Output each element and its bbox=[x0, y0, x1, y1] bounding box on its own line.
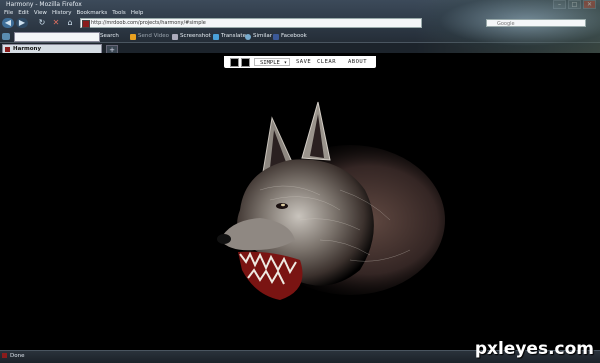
camera-icon bbox=[172, 33, 178, 40]
watermark: pxleyes.com bbox=[474, 339, 594, 359]
tab-favicon bbox=[5, 47, 10, 52]
facebook-icon bbox=[273, 33, 279, 40]
clear-button[interactable]: CLEAR bbox=[317, 56, 336, 68]
back-button[interactable]: ◀ bbox=[2, 18, 14, 28]
brush-select-value: SIMPLE bbox=[260, 60, 280, 66]
send-video-button[interactable]: Send Video bbox=[130, 32, 169, 41]
menu-help[interactable]: Help bbox=[131, 9, 144, 17]
facebook-button[interactable]: Facebook bbox=[273, 32, 307, 41]
maximize-button[interactable]: □ bbox=[568, 0, 581, 9]
translate-button[interactable]: Translate bbox=[213, 32, 246, 41]
home-button[interactable]: ⌂ bbox=[64, 18, 76, 28]
background-color-swatch[interactable] bbox=[241, 58, 250, 67]
stop-button[interactable]: ✕ bbox=[50, 18, 62, 28]
window-controls: – □ ✕ bbox=[553, 0, 596, 9]
tab-harmony[interactable]: Harmony bbox=[2, 44, 102, 53]
screenshot-button[interactable]: Screenshot bbox=[172, 32, 211, 41]
menu-history[interactable]: History bbox=[52, 9, 72, 17]
translate-icon bbox=[213, 33, 219, 40]
minimize-button[interactable]: – bbox=[553, 0, 566, 9]
navigation-bar: ◀ ▶ ↻ ✕ ⌂ http://mrdoob.com/projects/har… bbox=[0, 17, 600, 30]
menu-view[interactable]: View bbox=[34, 9, 47, 17]
status-icon bbox=[2, 353, 7, 358]
video-icon bbox=[130, 33, 136, 40]
wolf-drawing bbox=[217, 101, 445, 300]
menu-bar: File Edit View History Bookmarks Tools H… bbox=[0, 9, 143, 17]
toolbar-search-input[interactable] bbox=[14, 32, 100, 42]
save-button[interactable]: SAVE bbox=[296, 56, 311, 68]
bird-icon[interactable] bbox=[2, 33, 10, 40]
globe-icon bbox=[245, 33, 251, 40]
menu-tools[interactable]: Tools bbox=[112, 9, 126, 17]
close-button[interactable]: ✕ bbox=[583, 0, 596, 9]
toolbar-search-label: Search bbox=[100, 33, 119, 39]
chevron-down-icon: ▾ bbox=[283, 60, 287, 66]
search-input[interactable]: Google bbox=[486, 19, 586, 27]
menu-edit[interactable]: Edit bbox=[18, 9, 29, 17]
reload-button[interactable]: ↻ bbox=[36, 18, 48, 28]
window-title: Harmony - Mozilla Firefox bbox=[6, 1, 82, 8]
browser-chrome: Harmony - Mozilla Firefox – □ ✕ File Edi… bbox=[0, 0, 600, 55]
status-text: Done bbox=[10, 353, 25, 359]
tab-label: Harmony bbox=[13, 46, 42, 52]
brush-select[interactable]: SIMPLE ▾ bbox=[254, 58, 290, 66]
url-bar[interactable]: http://mrdoob.com/projects/harmony/#simp… bbox=[80, 18, 422, 28]
forward-button[interactable]: ▶ bbox=[16, 18, 28, 28]
toolbar-search-button[interactable]: Search bbox=[100, 32, 119, 41]
title-bar: Harmony - Mozilla Firefox – □ ✕ bbox=[0, 0, 600, 9]
similar-button[interactable]: Similar bbox=[245, 32, 272, 41]
addon-toolbar: Search Send Video Screenshot Translate S… bbox=[0, 31, 600, 42]
foreground-color-swatch[interactable] bbox=[230, 58, 239, 67]
site-favicon bbox=[82, 20, 90, 28]
about-button[interactable]: ABOUT bbox=[348, 56, 367, 68]
menu-file[interactable]: File bbox=[4, 9, 13, 17]
menu-bookmarks[interactable]: Bookmarks bbox=[77, 9, 108, 17]
